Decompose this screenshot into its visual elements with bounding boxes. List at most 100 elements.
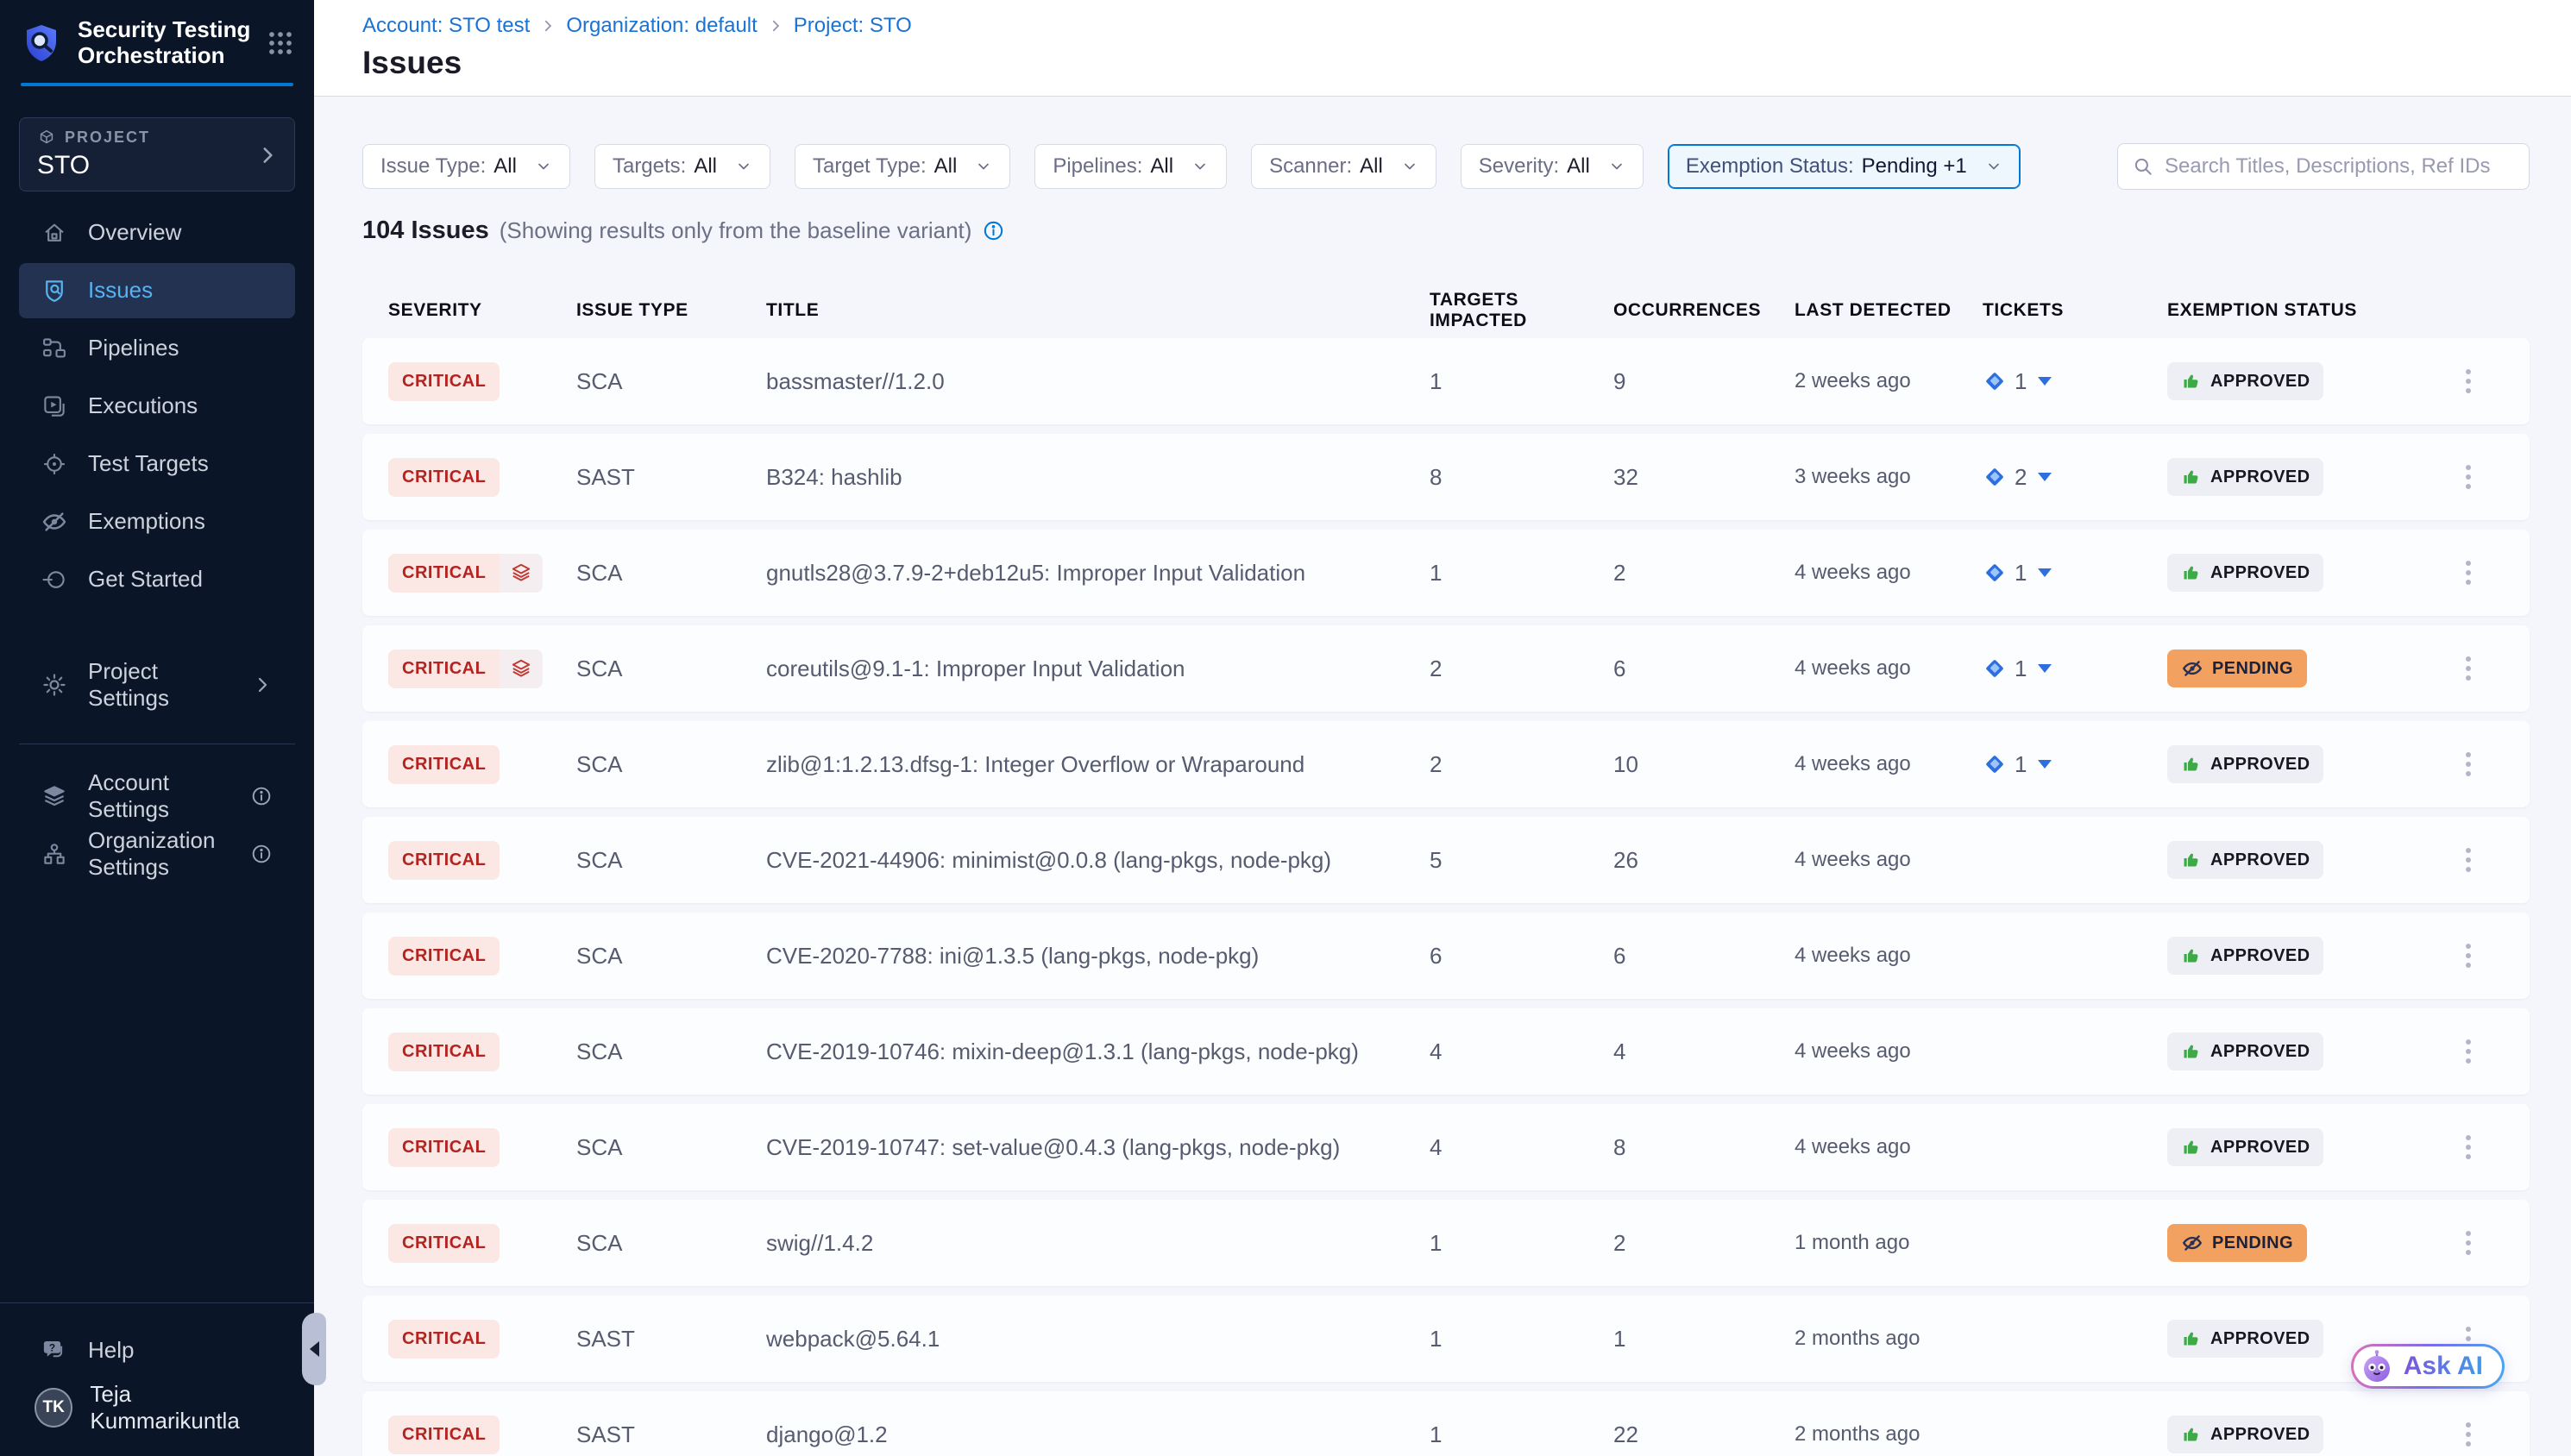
info-icon[interactable] (250, 785, 273, 807)
org-tree-icon (41, 841, 67, 867)
issue-row[interactable]: CRITICAL SCA CVE-2019-10746: mixin-deep@… (362, 1008, 2530, 1095)
exemption-status-badge: APPROVED (2167, 1320, 2323, 1358)
sidebar-item-label: Pipelines (88, 335, 179, 361)
breadcrumb-account-link[interactable]: Account: STO test (362, 14, 530, 38)
issue-title[interactable]: CVE-2020-7788: ini@1.3.5 (lang-pkgs, nod… (766, 943, 1430, 970)
sidebar-item-test-targets[interactable]: Test Targets (19, 436, 295, 492)
issue-title[interactable]: django@1.2 (766, 1421, 1430, 1448)
ask-ai-button[interactable]: Ask AI (2351, 1344, 2505, 1389)
row-menu-button[interactable] (2459, 1032, 2478, 1070)
sidebar-item-executions[interactable]: Executions (19, 379, 295, 434)
eye-off-icon (41, 509, 67, 535)
ticket-cell-content[interactable]: 1 (1983, 560, 2167, 587)
sidebar-item-pipelines[interactable]: Pipelines (19, 321, 295, 376)
issue-title[interactable]: CVE-2019-10746: mixin-deep@1.3.1 (lang-p… (766, 1039, 1430, 1065)
row-menu-button[interactable] (2459, 1128, 2478, 1166)
row-menu-button[interactable] (2459, 937, 2478, 975)
issue-title[interactable]: webpack@5.64.1 (766, 1326, 1430, 1352)
issue-row[interactable]: CRITICAL SAST B324: hashlib 8 32 3 weeks… (362, 434, 2530, 520)
filter-dropdown[interactable]: Exemption Status: Pending +1 (1668, 144, 2021, 189)
sidebar-item-project-settings[interactable]: Project Settings (19, 657, 295, 712)
issue-title[interactable]: CVE-2019-10747: set-value@0.4.3 (lang-pk… (766, 1134, 1430, 1161)
last-detected-cell: 4 weeks ago (1795, 561, 1983, 585)
ticket-cell-content[interactable]: 1 (1983, 656, 2167, 682)
issue-title[interactable]: swig//1.4.2 (766, 1230, 1430, 1257)
app-grid-icon[interactable] (267, 30, 293, 56)
sidebar-item-label: Test Targets (88, 450, 209, 477)
sidebar-item-issues[interactable]: Issues (19, 263, 295, 318)
filter-dropdown[interactable]: Targets: All (594, 144, 770, 189)
occurrences-cell: 1 (1613, 1326, 1795, 1352)
targets-impacted-cell: 1 (1430, 1326, 1613, 1352)
row-menu-button[interactable] (2459, 745, 2478, 783)
chevron-right-icon (256, 144, 279, 166)
sidebar-item-label: Issues (88, 277, 153, 304)
issue-title[interactable]: CVE-2021-44906: minimist@0.0.8 (lang-pkg… (766, 847, 1430, 874)
issue-row[interactable]: CRITICAL SCA CVE-2019-10747: set-value@0… (362, 1104, 2530, 1190)
thumbs-up-icon (2181, 1424, 2202, 1445)
row-menu-button[interactable] (2459, 554, 2478, 592)
sidebar-item-help[interactable]: ? Help (19, 1322, 295, 1378)
sidebar-item-overview[interactable]: Overview (19, 205, 295, 260)
row-menu-button[interactable] (2459, 841, 2478, 879)
issue-row[interactable]: CRITICAL SCA CVE-2021-44906: minimist@0.… (362, 817, 2530, 903)
sidebar-item-organization-settings[interactable]: Organization Settings (19, 826, 295, 882)
exemption-status-label: APPROVED (2210, 1042, 2310, 1062)
issue-row[interactable]: CRITICAL SCA swig//1.4.2 1 2 1 month ago (362, 1200, 2530, 1286)
sidebar-item-label: Overview (88, 219, 181, 246)
ticket-cell-content[interactable]: 1 (1983, 368, 2167, 395)
row-menu-button[interactable] (2459, 458, 2478, 496)
user-menu[interactable]: TK Teja Kummarikuntla (19, 1380, 295, 1435)
filter-dropdown[interactable]: Scanner: All (1251, 144, 1436, 189)
breadcrumb-project-link[interactable]: Project: STO (794, 14, 912, 38)
exemption-status-badge: PENDING (2167, 1224, 2307, 1262)
row-menu-button[interactable] (2459, 362, 2478, 400)
issue-title[interactable]: zlib@1:1.2.13.dfsg-1: Integer Overflow o… (766, 751, 1430, 778)
row-menu-button[interactable] (2459, 650, 2478, 687)
issue-title[interactable]: coreutils@9.1-1: Improper Input Validati… (766, 656, 1430, 682)
filter-dropdown[interactable]: Severity: All (1461, 144, 1644, 189)
filter-label: Targets: (613, 154, 686, 179)
ticket-cell-content[interactable]: 1 (1983, 751, 2167, 778)
issue-row[interactable]: CRITICAL SCA bassmaster//1.2.0 1 9 2 wee… (362, 338, 2530, 424)
exemption-status-label: APPROVED (2210, 563, 2310, 583)
sidebar-collapse-handle[interactable] (302, 1313, 326, 1385)
last-detected-cell: 4 weeks ago (1795, 848, 1983, 872)
sidebar-item-get-started[interactable]: Get Started (19, 552, 295, 607)
breadcrumb-organization-link[interactable]: Organization: default (566, 14, 757, 38)
sidebar-item-account-settings[interactable]: Account Settings (19, 769, 295, 824)
issue-row[interactable]: CRITICAL SAST django@1.2 1 22 2 months a… (362, 1391, 2530, 1456)
thumbs-up-icon (2181, 467, 2202, 487)
filter-dropdown[interactable]: Pipelines: All (1034, 144, 1227, 189)
row-menu-button[interactable] (2459, 1415, 2478, 1453)
filters-row: Issue Type: All Targets: All Target Type… (362, 143, 2530, 190)
issue-type-cell: SCA (576, 1134, 766, 1161)
issue-row[interactable]: CRITICAL SCA coreutils@9.1-1: Improper I… (362, 625, 2530, 712)
row-menu-button[interactable] (2459, 1224, 2478, 1262)
severity-cell: CRITICAL (388, 1128, 576, 1167)
column-header: TICKETS (1983, 300, 2167, 321)
exemption-status-label: APPROVED (2210, 946, 2310, 966)
sidebar-item-label: Help (88, 1337, 134, 1364)
issue-row[interactable]: CRITICAL SCA gnutls28@3.7.9-2+deb12u5: I… (362, 530, 2530, 616)
sidebar-item-exemptions[interactable]: Exemptions (19, 494, 295, 549)
issue-title[interactable]: bassmaster//1.2.0 (766, 368, 1430, 395)
project-selector[interactable]: PROJECT STO (19, 117, 295, 191)
severity-label: CRITICAL (388, 1415, 500, 1454)
pipelines-icon (41, 336, 67, 361)
filter-dropdown[interactable]: Issue Type: All (362, 144, 570, 189)
info-icon[interactable] (982, 219, 1005, 242)
page-title: Issues (362, 45, 2530, 81)
issue-row[interactable]: CRITICAL SAST webpack@5.64.1 1 1 2 month… (362, 1296, 2530, 1382)
exemption-status-label: APPROVED (2210, 1329, 2310, 1349)
search-input[interactable] (2165, 154, 2515, 179)
ticket-count: 1 (2015, 656, 2027, 682)
issue-title[interactable]: gnutls28@3.7.9-2+deb12u5: Improper Input… (766, 560, 1430, 587)
caret-down-icon (2038, 664, 2052, 673)
info-icon[interactable] (250, 843, 273, 865)
issue-row[interactable]: CRITICAL SCA zlib@1:1.2.13.dfsg-1: Integ… (362, 721, 2530, 807)
filter-dropdown[interactable]: Target Type: All (795, 144, 1010, 189)
issue-title[interactable]: B324: hashlib (766, 464, 1430, 491)
ticket-cell-content[interactable]: 2 (1983, 464, 2167, 491)
issue-row[interactable]: CRITICAL SCA CVE-2020-7788: ini@1.3.5 (l… (362, 913, 2530, 999)
